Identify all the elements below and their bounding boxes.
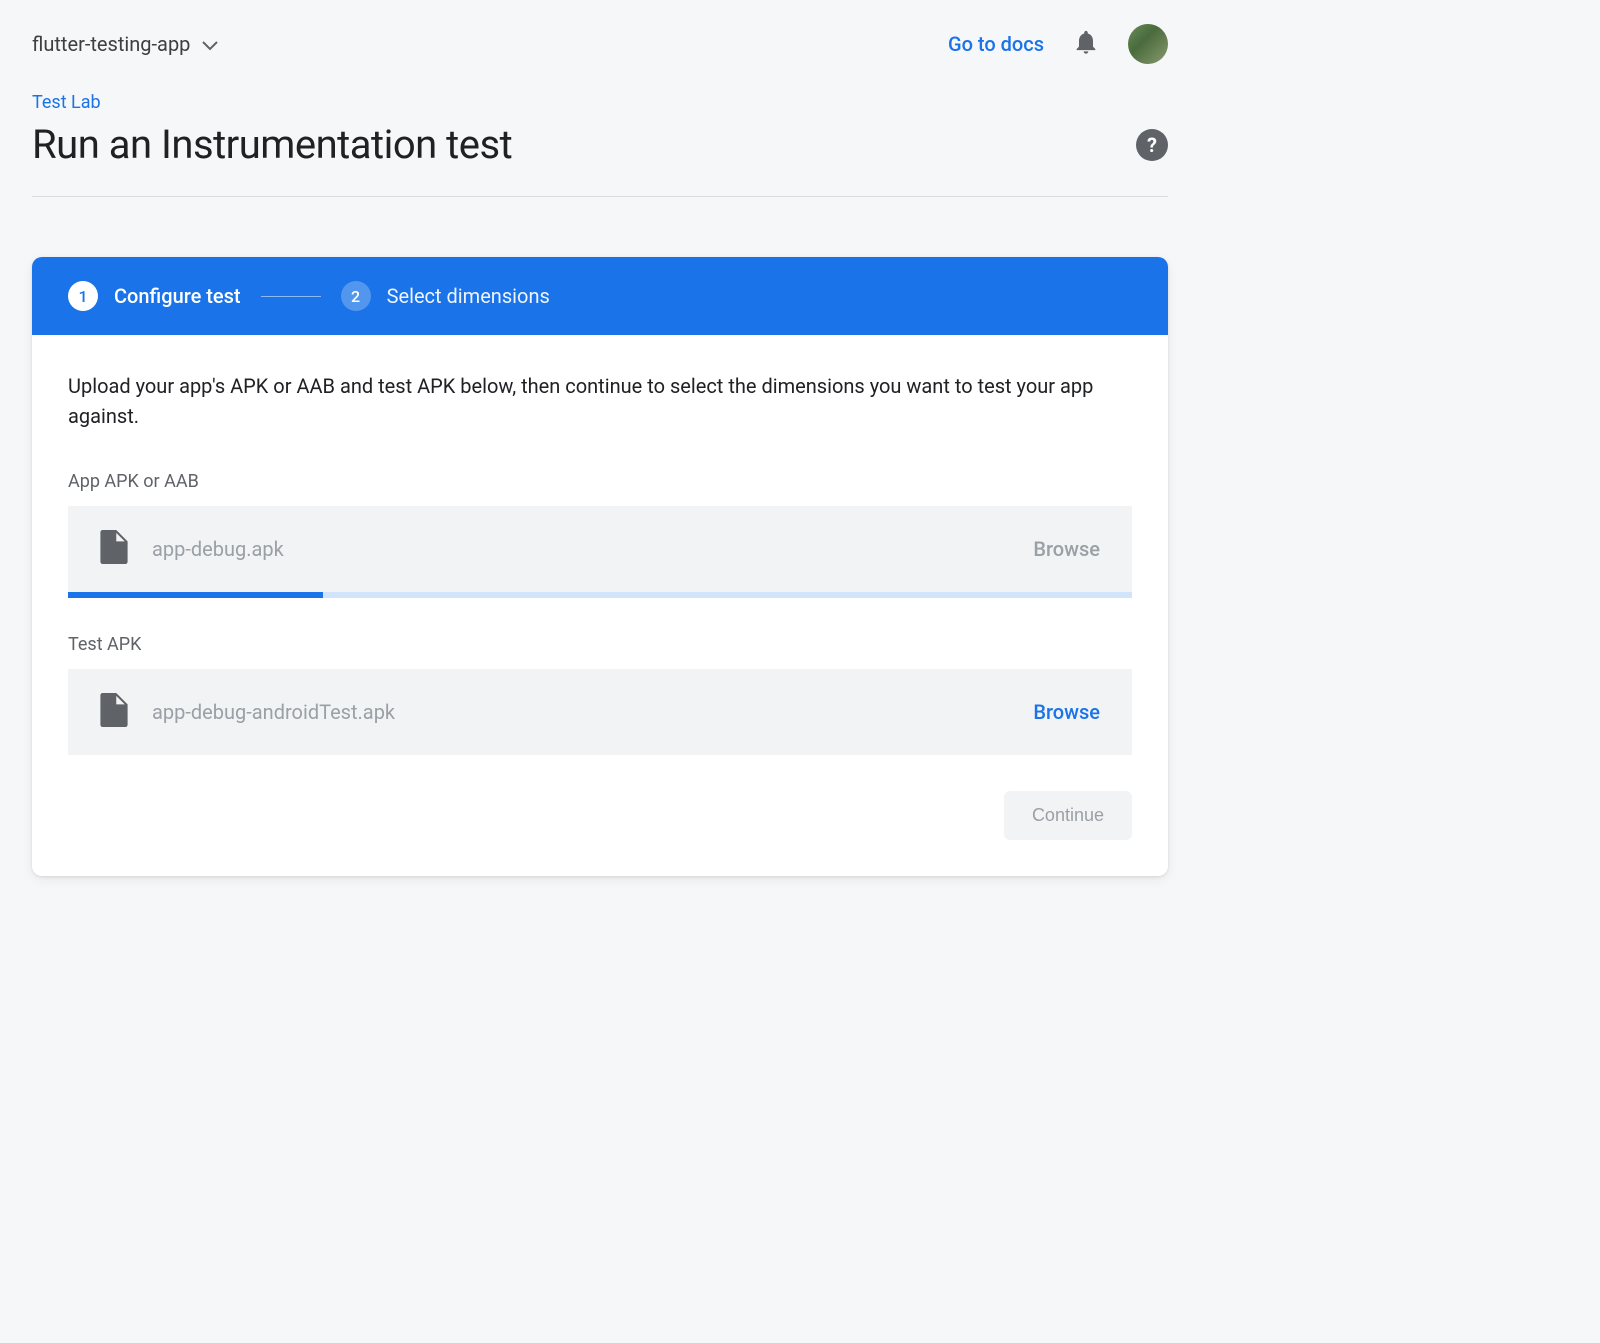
- app-apk-filename: app-debug.apk: [152, 537, 1009, 561]
- step-select-dimensions[interactable]: 2 Select dimensions: [341, 281, 550, 311]
- test-apk-field: Test APK app-debug-androidTest.apk Brows…: [68, 634, 1132, 755]
- app-apk-dropzone[interactable]: app-debug.apk Browse: [68, 506, 1132, 592]
- top-right-controls: Go to docs: [948, 24, 1168, 64]
- chevron-down-icon: [202, 32, 218, 56]
- app-apk-label: App APK or AAB: [68, 471, 1132, 492]
- step-number-2: 2: [341, 281, 371, 311]
- file-icon: [100, 693, 128, 731]
- step-number-1: 1: [68, 281, 98, 311]
- avatar[interactable]: [1128, 24, 1168, 64]
- page-header: Run an Instrumentation test ?: [32, 121, 1168, 197]
- test-apk-label: Test APK: [68, 634, 1132, 655]
- action-row: Continue: [68, 791, 1132, 840]
- test-apk-dropzone[interactable]: app-debug-androidTest.apk Browse: [68, 669, 1132, 755]
- page-title: Run an Instrumentation test: [32, 121, 512, 168]
- continue-button[interactable]: Continue: [1004, 791, 1132, 840]
- app-apk-field: App APK or AAB app-debug.apk Browse: [68, 471, 1132, 598]
- test-apk-filename: app-debug-androidTest.apk: [152, 700, 1009, 724]
- stepper: 1 Configure test 2 Select dimensions: [32, 257, 1168, 335]
- test-apk-browse-button[interactable]: Browse: [1033, 700, 1100, 724]
- upload-progress-fill: [68, 592, 323, 598]
- top-bar: flutter-testing-app Go to docs: [32, 24, 1168, 64]
- notifications-icon[interactable]: [1072, 28, 1100, 60]
- docs-link[interactable]: Go to docs: [948, 32, 1044, 56]
- app-apk-browse-button[interactable]: Browse: [1033, 537, 1100, 561]
- step-label-1: Configure test: [114, 284, 241, 308]
- file-icon: [100, 530, 128, 568]
- project-name: flutter-testing-app: [32, 32, 190, 56]
- step-connector: [261, 296, 321, 297]
- step-configure-test[interactable]: 1 Configure test: [68, 281, 241, 311]
- main-card: 1 Configure test 2 Select dimensions Upl…: [32, 257, 1168, 876]
- upload-progress-track: [68, 592, 1132, 598]
- help-icon[interactable]: ?: [1136, 129, 1168, 161]
- project-selector[interactable]: flutter-testing-app: [32, 32, 218, 56]
- breadcrumb[interactable]: Test Lab: [32, 92, 1168, 113]
- card-body: Upload your app's APK or AAB and test AP…: [32, 335, 1168, 876]
- instructions-text: Upload your app's APK or AAB and test AP…: [68, 371, 1132, 431]
- step-label-2: Select dimensions: [387, 284, 550, 308]
